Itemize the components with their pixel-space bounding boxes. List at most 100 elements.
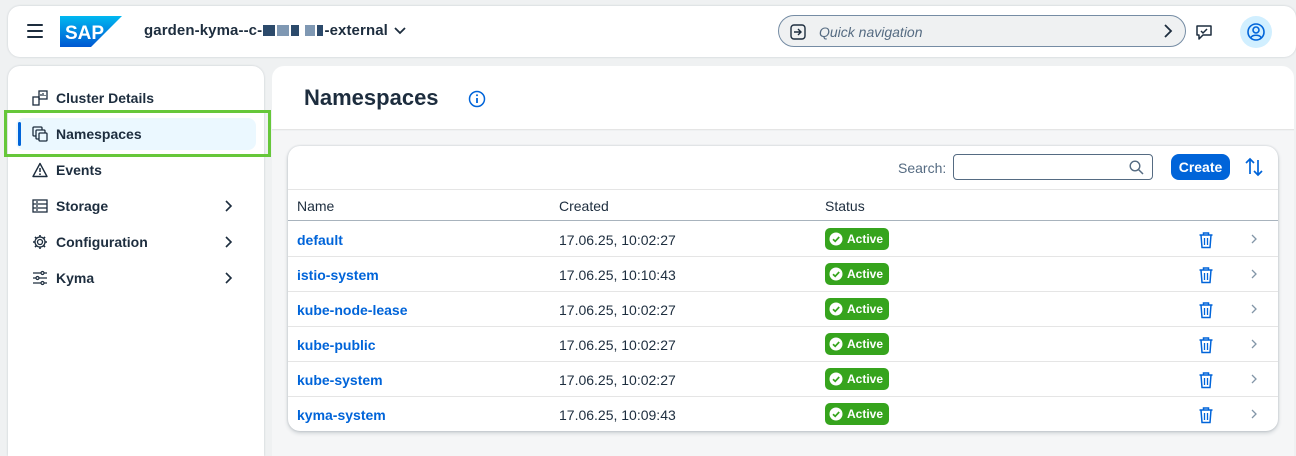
status-badge: Active <box>825 368 890 390</box>
sidebar-item-label: Kyma <box>56 270 95 286</box>
sidebar-item-storage[interactable]: Storage <box>16 190 256 222</box>
feedback-icon[interactable] <box>1194 22 1214 42</box>
search-icon <box>1129 160 1144 175</box>
sidebar-item-label: Cluster Details <box>56 90 155 106</box>
checkmark-circle-icon <box>829 302 843 316</box>
checkmark-circle-icon <box>829 337 843 351</box>
chevron-right-icon[interactable] <box>1248 268 1260 280</box>
cluster-selector[interactable]: garden-kyma--c- -external <box>144 22 406 39</box>
column-header-created[interactable]: Created <box>559 198 609 214</box>
page-header: Namespaces <box>272 66 1294 130</box>
namespace-name-link[interactable]: default <box>297 232 343 248</box>
checkmark-circle-icon <box>829 232 843 246</box>
created-timestamp: 17.06.25, 10:02:27 <box>559 337 676 353</box>
menu-icon[interactable] <box>27 24 43 38</box>
chevron-right-icon <box>225 272 233 284</box>
sidebar-item-label: Storage <box>56 198 109 214</box>
status-text: Active <box>847 302 884 316</box>
column-header-name[interactable]: Name <box>297 198 334 214</box>
namespace-name-link[interactable]: kube-node-lease <box>297 302 407 318</box>
table-row[interactable]: kube-node-lease 17.06.25, 10:02:27 Activ… <box>288 292 1278 327</box>
table-header: Name Created Status <box>288 189 1278 221</box>
delete-icon[interactable] <box>1198 266 1214 284</box>
quick-navigation-placeholder: Quick navigation <box>819 24 923 40</box>
namespaces-table-card: Search: Create Name Created Status defau… <box>288 146 1278 431</box>
delete-icon[interactable] <box>1198 301 1214 319</box>
user-icon <box>1247 23 1265 41</box>
delete-icon[interactable] <box>1198 336 1214 354</box>
chevron-right-icon[interactable] <box>1248 373 1260 385</box>
sort-icon[interactable] <box>1243 156 1265 178</box>
checkmark-circle-icon <box>829 372 843 386</box>
sidebar-item-label: Events <box>56 162 102 178</box>
status-text: Active <box>847 372 884 386</box>
delete-icon[interactable] <box>1198 231 1214 249</box>
cluster-details-icon <box>32 90 48 106</box>
created-timestamp: 17.06.25, 10:02:27 <box>559 232 676 248</box>
table-row[interactable]: default 17.06.25, 10:02:27 Active <box>288 222 1278 257</box>
status-badge: Active <box>825 263 890 285</box>
table-row[interactable]: istio-system 17.06.25, 10:10:43 Active <box>288 257 1278 292</box>
namespace-name-link[interactable]: kube-public <box>297 337 376 353</box>
kyma-icon <box>33 270 47 286</box>
table-row[interactable]: kube-system 17.06.25, 10:02:27 Active <box>288 362 1278 397</box>
page-title: Namespaces <box>304 85 439 110</box>
gear-icon <box>33 235 47 249</box>
status-text: Active <box>847 337 884 351</box>
namespace-name-link[interactable]: kube-system <box>297 372 383 388</box>
sidebar-item-label: Namespaces <box>56 126 142 142</box>
sap-logo[interactable]: SAP <box>60 16 122 47</box>
chevron-right-icon[interactable] <box>1248 233 1260 245</box>
status-badge: Active <box>825 333 890 355</box>
search-field[interactable] <box>953 154 1153 180</box>
chevron-right-icon <box>1164 24 1173 38</box>
status-text: Active <box>847 407 884 421</box>
sidebar-item-events[interactable]: Events <box>16 154 256 186</box>
sidebar-item-cluster-details[interactable]: Cluster Details <box>16 82 256 114</box>
chevron-down-icon <box>394 26 406 34</box>
sidebar-item-namespaces[interactable]: Namespaces <box>16 118 256 150</box>
checkmark-circle-icon <box>829 267 843 281</box>
warning-icon <box>32 162 48 178</box>
cluster-name-suffix: -external <box>324 22 388 39</box>
created-timestamp: 17.06.25, 10:02:27 <box>559 302 676 318</box>
user-avatar[interactable] <box>1240 16 1272 48</box>
status-text: Active <box>847 267 884 281</box>
column-header-status[interactable]: Status <box>825 198 865 214</box>
sidebar-item-kyma[interactable]: Kyma <box>16 262 256 294</box>
status-badge: Active <box>825 403 890 425</box>
status-badge: Active <box>825 298 890 320</box>
create-button[interactable]: Create <box>1171 154 1230 180</box>
created-timestamp: 17.06.25, 10:10:43 <box>559 267 676 283</box>
storage-icon <box>32 199 48 213</box>
svg-text:SAP: SAP <box>65 23 104 44</box>
shell-bar: SAP garden-kyma--c- -external Quick navi… <box>8 6 1296 57</box>
quick-navigation-input[interactable]: Quick navigation <box>778 15 1186 47</box>
namespaces-icon <box>32 126 48 142</box>
delete-icon[interactable] <box>1198 406 1214 424</box>
table-row[interactable]: kube-public 17.06.25, 10:02:27 Active <box>288 327 1278 362</box>
side-navigation: Cluster Details Namespaces Events Storag… <box>8 66 264 456</box>
sidebar-item-label: Configuration <box>56 234 148 250</box>
sidebar-item-configuration[interactable]: Configuration <box>16 226 256 258</box>
info-icon[interactable] <box>468 90 486 108</box>
chevron-right-icon[interactable] <box>1248 408 1260 420</box>
chevron-right-icon[interactable] <box>1248 303 1260 315</box>
status-text: Active <box>847 232 884 246</box>
table-row[interactable]: kyma-system 17.06.25, 10:09:43 Active <box>288 397 1278 431</box>
enter-icon <box>790 24 806 40</box>
search-input[interactable] <box>960 155 1130 177</box>
redacted-block <box>262 22 324 39</box>
status-badge: Active <box>825 228 890 250</box>
checkmark-circle-icon <box>829 407 843 421</box>
delete-icon[interactable] <box>1198 371 1214 389</box>
cluster-name-prefix: garden-kyma--c- <box>144 22 263 39</box>
created-timestamp: 17.06.25, 10:02:27 <box>559 372 676 388</box>
namespace-name-link[interactable]: kyma-system <box>297 407 386 423</box>
chevron-right-icon <box>225 200 233 212</box>
created-timestamp: 17.06.25, 10:09:43 <box>559 407 676 423</box>
search-label: Search: <box>898 160 947 176</box>
chevron-right-icon[interactable] <box>1248 338 1260 350</box>
namespace-name-link[interactable]: istio-system <box>297 267 379 283</box>
chevron-right-icon <box>225 236 233 248</box>
